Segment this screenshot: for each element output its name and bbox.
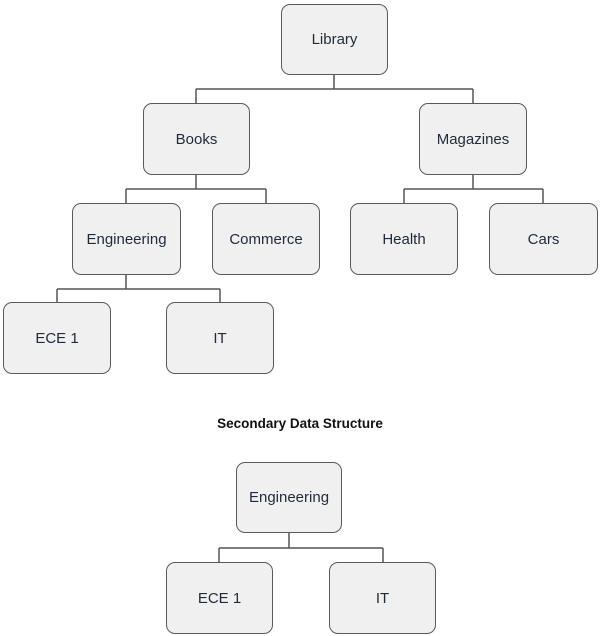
secondary-node-it: IT [329, 562, 436, 634]
node-commerce: Commerce [212, 203, 320, 275]
node-magazines: Magazines [419, 103, 527, 175]
connector-books [125, 175, 267, 203]
node-books: Books [143, 103, 250, 175]
connector-engineering [56, 275, 221, 302]
secondary-title: Secondary Data Structure [217, 416, 383, 431]
connector-magazines [403, 175, 544, 203]
secondary-node-engineering: Engineering [236, 462, 342, 533]
node-engineering: Engineering [72, 203, 181, 275]
connector-secondary [218, 533, 384, 562]
node-ece1: ECE 1 [3, 302, 111, 374]
node-it: IT [166, 302, 274, 374]
node-library: Library [281, 4, 388, 75]
node-health: Health [350, 203, 458, 275]
secondary-node-ece1: ECE 1 [166, 562, 273, 634]
node-cars: Cars [489, 203, 598, 275]
connector-library [195, 75, 474, 103]
